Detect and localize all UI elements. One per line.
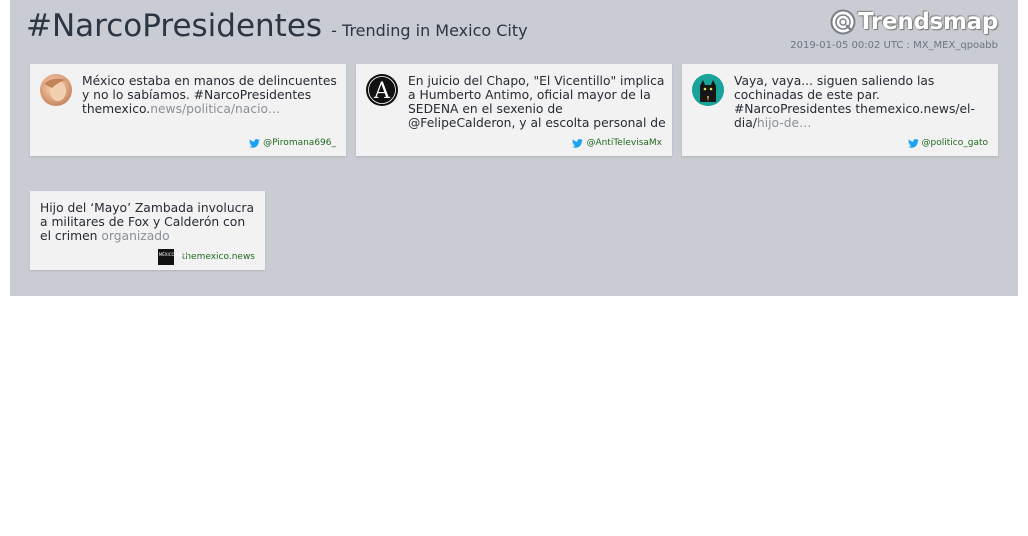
tweet-card[interactable]: Vaya, vaya... siguen saliendo las cochin… <box>682 64 998 156</box>
tweet-text: México estaba en manos de delincuentes y… <box>82 74 342 132</box>
tweet-byline[interactable]: @AntiTelevisaMx <box>572 138 662 148</box>
tweet-body: En juicio del Chapo, "El Vicentillo" imp… <box>408 74 666 130</box>
tweet-handle[interactable]: @Piromana696_ <box>263 138 336 148</box>
news-source[interactable]: MÉXICO NEWS themexico.news <box>157 249 255 265</box>
trend-location-subtitle: - Trending in Mexico City <box>331 21 528 40</box>
timestamp-location-code: 2019-01-05 00:02 UTC : MX_MEX_qpoabb <box>790 40 998 51</box>
tweet-handle[interactable]: @AntiTelevisaMx <box>586 138 662 148</box>
news-thumb-text: MÉXICO NEWS <box>158 252 188 257</box>
trendsmap-globe-icon <box>830 9 856 35</box>
trending-hashtag[interactable]: #NarcoPresidentes <box>26 8 322 44</box>
news-headline: Hijo del ‘Mayo’ Zambada involucra a mili… <box>40 201 260 247</box>
tweet-link-muted[interactable]: news/politica/nacio… <box>150 102 280 116</box>
trend-panel: #NarcoPresidentes - Trending in Mexico C… <box>10 0 1018 296</box>
tweet-card[interactable]: México estaba en manos de delincuentes y… <box>30 64 346 156</box>
avatar-letter: A <box>373 79 391 104</box>
tweet-link-muted[interactable]: hijo-de… <box>757 116 811 130</box>
tweet-byline[interactable]: @politico_gato <box>907 138 988 148</box>
news-title-muted: organizado <box>101 229 170 243</box>
twitter-bird-icon <box>572 138 584 148</box>
twitter-bird-icon <box>249 138 260 148</box>
tweet-handle[interactable]: @politico_gato <box>922 138 988 148</box>
user-avatar[interactable]: A <box>366 74 398 106</box>
trendsmap-logo-text: Trendsmap <box>858 9 998 35</box>
tweet-card[interactable]: A En juicio del Chapo, "El Vicentillo" i… <box>356 64 672 156</box>
tweet-text: Vaya, vaya... siguen saliendo las cochin… <box>734 74 994 132</box>
user-avatar[interactable] <box>40 74 72 106</box>
photo-avatar-icon <box>44 78 66 101</box>
user-avatar[interactable] <box>692 74 724 106</box>
letter-a-avatar-icon: A <box>367 75 397 105</box>
twitter-bird-icon <box>907 138 919 148</box>
news-source-name[interactable]: themexico.news <box>182 252 255 262</box>
tweet-text: En juicio del Chapo, "El Vicentillo" imp… <box>408 74 668 132</box>
page-header: #NarcoPresidentes - Trending in Mexico C… <box>26 8 528 48</box>
news-source-thumbnail-icon: MÉXICO NEWS <box>157 249 188 265</box>
tweet-byline[interactable]: @Piromana696_ <box>249 138 336 148</box>
cat-avatar-icon <box>692 74 724 106</box>
news-card[interactable]: Hijo del ‘Mayo’ Zambada involucra a mili… <box>30 191 265 270</box>
trendsmap-logo[interactable]: Trendsmap <box>830 6 998 38</box>
